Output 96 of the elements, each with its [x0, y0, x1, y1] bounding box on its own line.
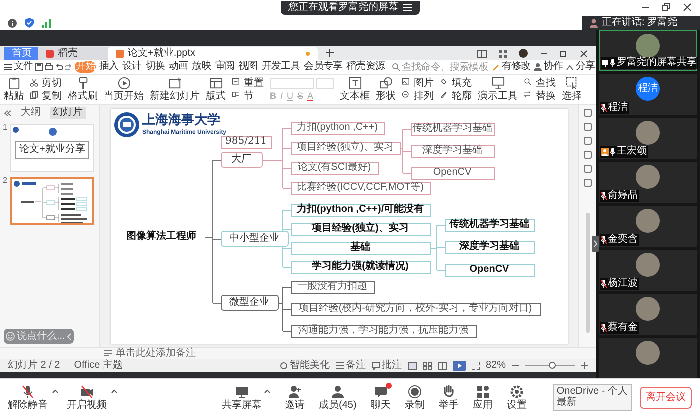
university-name: 上海海事大学 — [142, 114, 220, 126]
ribbon-button[interactable]: 排列 — [402, 90, 434, 102]
ribbon-button[interactable]: 轮廓 — [440, 90, 472, 102]
ribbon-button[interactable]: 版式 — [206, 77, 226, 102]
file-menu[interactable]: 文件 — [4, 62, 34, 72]
slide-title: 论文+就业分享 — [20, 145, 86, 155]
status-button[interactable]: 批注 — [372, 360, 402, 370]
toolbar-action[interactable]: 分享 — [566, 62, 596, 72]
menu-tab[interactable]: 视图 — [238, 61, 259, 73]
branch-topic: 大厂 — [220, 152, 262, 168]
branch-topic: 中小型企业 — [220, 230, 288, 246]
toolbar-button[interactable]: 开启视频 — [67, 384, 107, 410]
tooltip-text: OneDrive - 个人 — [556, 387, 628, 397]
ribbon-button[interactable]: 粘贴 — [4, 77, 24, 102]
ribbon-button[interactable]: 格式刷 — [68, 77, 98, 102]
speaker-text: 正在讲话: 罗富尧 — [602, 18, 678, 28]
participant-name: 金奕含 — [608, 235, 638, 245]
ribbon-button[interactable]: 替换 — [524, 90, 556, 102]
banner-text: 您正在观看罗富尧的屏幕 — [288, 3, 398, 13]
toolbar-action[interactable]: 有修改 — [492, 62, 531, 72]
toolbar-button[interactable]: 共享屏幕 — [222, 384, 262, 410]
toolbar-button[interactable]: 成员(45) — [319, 384, 357, 410]
slide-number: 2 — [3, 177, 8, 187]
participant-name: 程洁 — [608, 103, 628, 113]
leave-meeting-button[interactable]: 离开会议 — [640, 386, 692, 408]
slide-thumbnail[interactable]: 论文+就业分享 — [10, 124, 94, 172]
chat-input[interactable]: 说点什么... — [4, 329, 74, 344]
topic-node: 基础 — [290, 242, 430, 254]
ribbon-button[interactable]: 复制 — [30, 90, 62, 102]
topic-node: 力扣(python ,C++)/可能没有 — [290, 204, 430, 216]
participant-name: 杨江波 — [608, 279, 638, 289]
topic-node: OpenCV — [444, 264, 534, 276]
topic-node: OpenCV — [410, 166, 494, 180]
topic-node: 传统机器学习基础 — [444, 218, 534, 232]
ribbon-button[interactable]: 当页开始 — [104, 77, 144, 102]
topic-node: 沟通能力强，学习能力强，抗压能力强 — [290, 324, 476, 338]
menu-tab[interactable]: 开发工具 — [260, 61, 302, 73]
menu-tab[interactable]: 切换 — [144, 61, 166, 73]
root-topic: 图像算法工程师 — [126, 230, 198, 242]
tag-label: 985/211 — [220, 136, 272, 148]
toolbar-button[interactable]: 应用 — [472, 384, 493, 410]
ribbon-button[interactable]: 演示工具 — [478, 77, 518, 102]
ribbon-button[interactable]: 重置 — [232, 78, 264, 88]
command-search[interactable]: 查找命令、搜索模板 — [392, 62, 490, 72]
participant-name: 蔡有金 — [608, 323, 638, 333]
ribbon-button[interactable]: 选择 — [562, 77, 582, 102]
menu-tab[interactable]: 动画 — [168, 61, 190, 73]
topic-node: 学习能力强(就读情况) — [290, 260, 430, 274]
topic-node: 项目经验(校内-研究方向，校外-实习，专业方向对口) — [290, 302, 540, 316]
avatar: 程洁 — [636, 77, 660, 101]
topic-node: 项目经验(独立)、实习 — [290, 142, 400, 154]
toolbar-button[interactable]: 聊天 — [370, 384, 391, 410]
ribbon-button[interactable]: 填充 — [440, 78, 472, 88]
document-tab[interactable]: 稻壳 — [38, 47, 108, 60]
ribbon-button[interactable]: 新建幻灯片 — [150, 77, 200, 102]
ribbon-button[interactable]: 剪切 — [30, 78, 62, 88]
participant-name: 罗富尧的屏幕共享 — [617, 58, 697, 68]
menu-tab[interactable]: 审阅 — [214, 61, 236, 73]
ribbon-button[interactable]: 查找 — [524, 78, 556, 88]
notes-placeholder[interactable]: 单击此处添加备注 — [116, 348, 196, 358]
branch-topic: 微型企业 — [220, 294, 278, 310]
panel-tab[interactable]: 幻灯片 — [50, 107, 86, 119]
topic-node: 深度学习基础 — [410, 144, 494, 158]
menu-tab[interactable]: 设计 — [122, 61, 143, 73]
menu-tab[interactable]: 会员专享 — [303, 61, 344, 73]
topic-node: 力扣(python ,C++) — [290, 122, 384, 134]
participant-name: 王宏颂 — [617, 147, 647, 157]
tooltip-text: 最新 — [556, 398, 578, 408]
ribbon-button[interactable]: 节 — [232, 90, 264, 102]
document-tab[interactable]: 论文+就业.pptx — [108, 47, 318, 60]
status-button[interactable]: 备注 — [336, 360, 366, 370]
slide-count: 幻灯片 2 / 2 — [8, 360, 60, 370]
topic-node: 比赛经验(ICCV,CCF,MOT等) — [290, 182, 430, 194]
zoom-level: 82% — [486, 360, 506, 370]
panel-tab[interactable]: 大纲 — [18, 107, 44, 119]
topic-node: 一般没有力扣题 — [290, 280, 374, 294]
topic-node: 论文(有SCI最好) — [290, 162, 378, 174]
ribbon-button[interactable]: 文本框 — [340, 77, 370, 102]
participant-name: 俞婷品 — [608, 191, 638, 201]
ribbon-button[interactable]: 图片 — [402, 78, 434, 88]
toolbar-button[interactable]: 邀请 — [285, 384, 305, 410]
status-button[interactable]: 智能美化 — [280, 360, 330, 370]
toolbar-button[interactable]: 解除静音 — [8, 384, 48, 410]
toolbar-button[interactable]: 设置 — [506, 384, 527, 410]
menu-tab[interactable]: 稻壳资源 — [346, 61, 386, 73]
toolbar-button[interactable]: 举手 — [438, 384, 459, 410]
topic-node: 传统机器学习基础 — [410, 122, 494, 136]
toolbar-button[interactable]: 录制 — [404, 384, 425, 410]
topic-node: 项目经验(独立)、实习 — [290, 222, 430, 236]
toolbar-action[interactable]: 协作 — [534, 62, 564, 72]
theme-name: Office 主题 — [74, 360, 123, 370]
topic-node: 深度学习基础 — [444, 240, 534, 254]
slide-number: 1 — [3, 124, 8, 134]
menu-tab[interactable]: 插入 — [98, 61, 120, 73]
menu-tab[interactable]: 放映 — [191, 61, 212, 73]
ribbon-button[interactable]: 形状 — [376, 77, 396, 102]
